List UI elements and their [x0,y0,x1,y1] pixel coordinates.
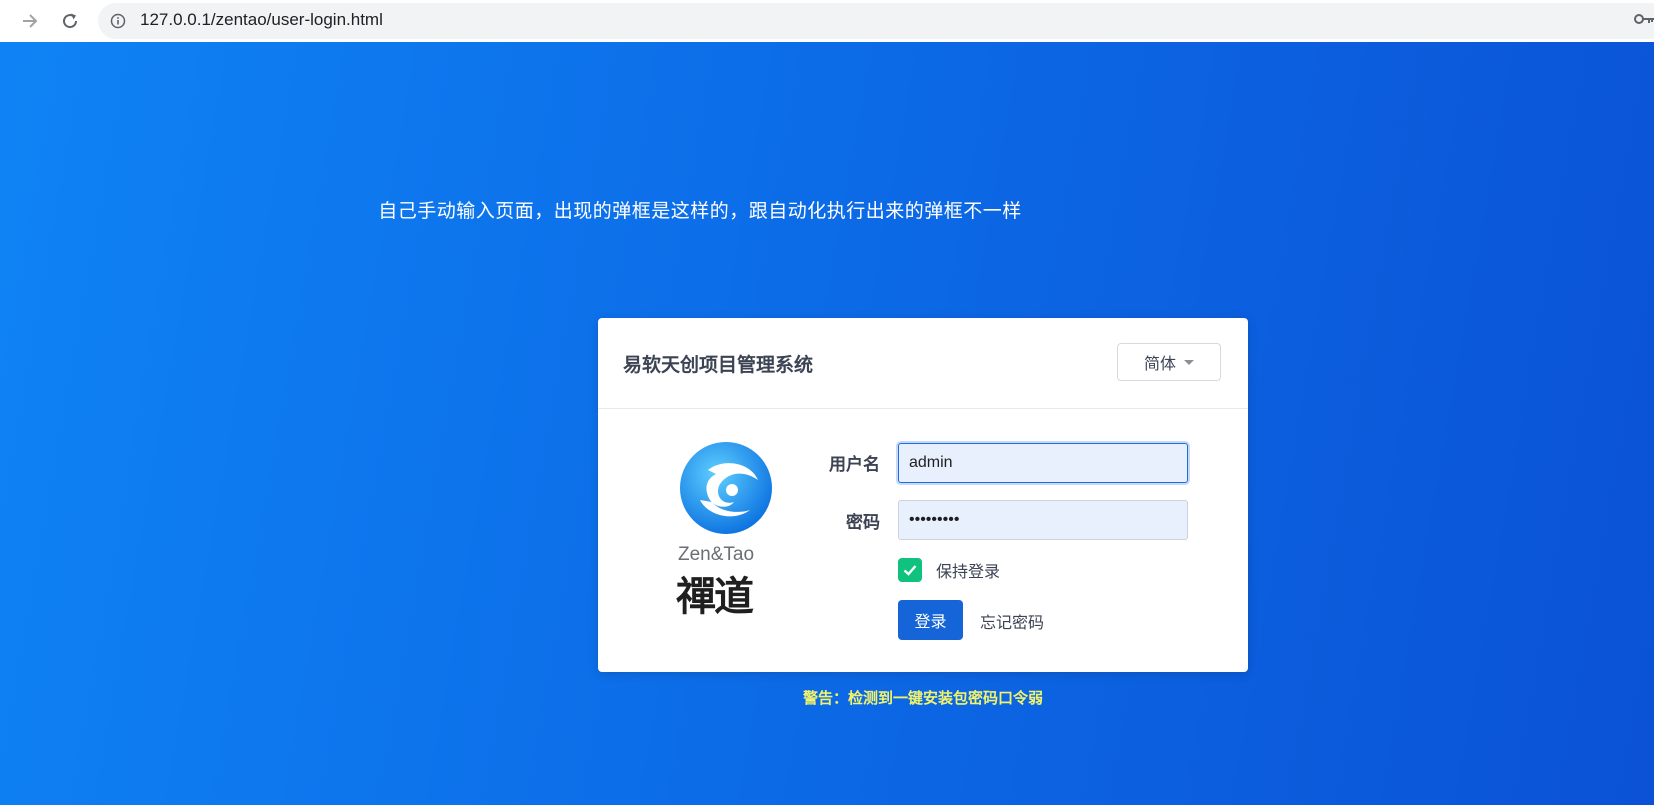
remember-checkbox[interactable] [898,558,922,582]
username-label: 用户名 [829,455,880,475]
info-icon[interactable] [110,13,126,29]
key-icon[interactable] [1634,11,1654,27]
logo-text-cn: 禪道 [676,573,754,620]
forgot-password-link[interactable]: 忘记密码 [980,609,1044,633]
system-title: 易软天创项目管理系统 [623,354,814,376]
forward-button[interactable] [16,7,44,35]
arrow-right-icon [23,14,38,28]
remember-login-row[interactable]: 保持登录 [898,558,1000,582]
url-text[interactable]: 127.0.0.1/zentao/user-login.html [140,10,383,30]
address-bar[interactable]: 127.0.0.1/zentao/user-login.html [98,3,1654,39]
logo-text-en: Zen&Tao [678,544,755,565]
language-label: 简体 [1143,354,1176,373]
zentao-logo: Zen&Tao 禪道 [676,440,792,620]
login-panel: 易软天创项目管理系统 简体 Zen&Tao 禪道 用户名 密码 [598,318,1248,672]
caret-down-icon [1184,359,1194,365]
browser-toolbar: 127.0.0.1/zentao/user-login.html [0,0,1654,42]
overlay-note: 自己手动输入页面，出现的弹框是这样的，跟自动化执行出来的弹框不一样 [378,200,1022,222]
password-label: 密码 [846,513,880,533]
reload-icon [63,13,78,29]
remember-label: 保持登录 [936,562,1001,581]
language-select[interactable]: 简体 [1117,343,1221,381]
reload-button[interactable] [56,7,84,35]
login-button[interactable]: 登录 [898,600,963,640]
check-icon [903,565,917,576]
login-header: 易软天创项目管理系统 简体 [598,318,1248,409]
username-input[interactable] [898,443,1188,483]
zentao-logo-icon [680,442,772,534]
weak-password-warning: 警告：检测到一键安装包密码口令弱 [802,689,1043,707]
password-input[interactable] [898,500,1188,540]
